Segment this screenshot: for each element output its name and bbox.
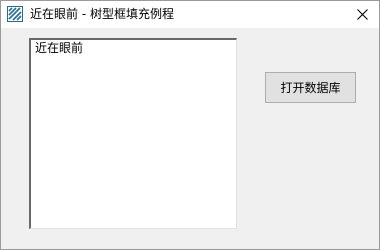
- close-button[interactable]: [345, 1, 379, 28]
- app-logo-icon: [7, 6, 23, 22]
- close-icon: [356, 5, 368, 24]
- main-window: 近在眼前 - 树型框填充例程 近在眼前 打开数据库: [0, 0, 380, 250]
- client-area: 近在眼前 打开数据库: [1, 28, 379, 249]
- tree-item-root[interactable]: 近在眼前: [35, 41, 83, 56]
- tree-view[interactable]: 近在眼前: [29, 38, 237, 229]
- window-title: 近在眼前 - 树型框填充例程: [30, 7, 174, 21]
- title-bar[interactable]: 近在眼前 - 树型框填充例程: [1, 1, 379, 28]
- open-database-button[interactable]: 打开数据库: [265, 72, 356, 103]
